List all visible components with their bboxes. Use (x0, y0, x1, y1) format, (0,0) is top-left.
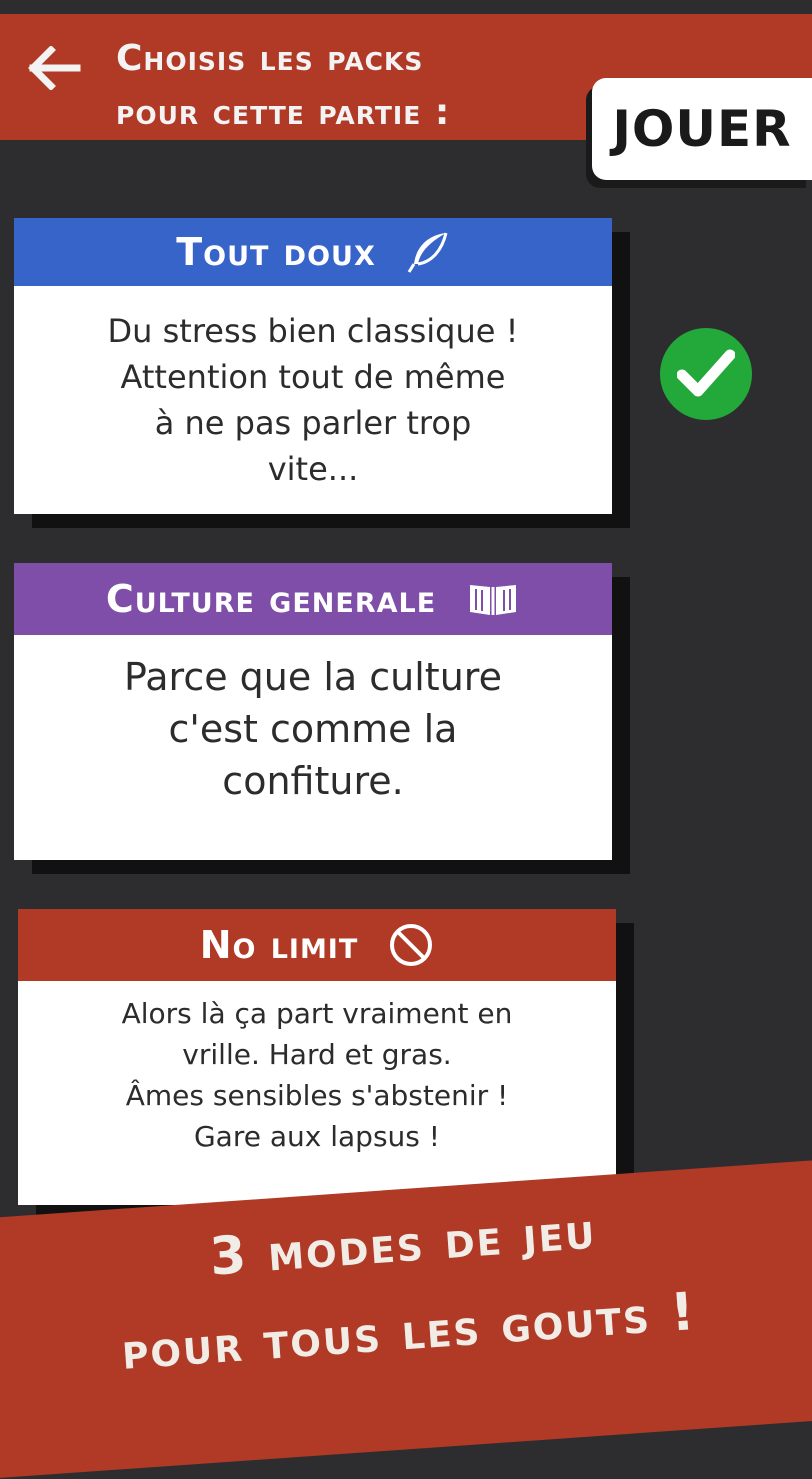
pack-card-tout-doux[interactable]: Tout doux Du stress bien classique ! Att… (14, 218, 612, 514)
pack-header: No limit (18, 909, 616, 981)
pack-description: Parce que la culture c'est comme la conf… (14, 635, 612, 825)
forbidden-icon (390, 924, 433, 966)
book-icon (470, 585, 517, 615)
play-button-label: JOUER (612, 100, 792, 158)
pack-title: No limit (199, 923, 359, 967)
pack-title: Tout doux (176, 230, 376, 274)
pack-header: Culture generale (14, 563, 612, 635)
play-button[interactable]: JOUER (592, 78, 812, 180)
page-title-line1: Choisis les packs (116, 38, 424, 79)
pack-header: Tout doux (14, 218, 612, 286)
pack-description-text: Du stress bien classique ! Attention tou… (107, 312, 519, 488)
page-title-line2: pour cette partie : (116, 92, 451, 133)
back-button[interactable] (22, 36, 86, 100)
pack-card-culture-generale[interactable]: Culture generale Parce que la culture c'… (14, 563, 612, 860)
pack-title: Culture generale (105, 577, 437, 621)
status-bar (0, 0, 812, 14)
arrow-left-icon (28, 46, 81, 90)
pack-description: Alors là ça part vraiment en vrille. Har… (18, 981, 616, 1181)
pack-description: Du stress bien classique ! Attention tou… (14, 286, 612, 514)
feather-icon (407, 232, 448, 273)
checkmark-icon (677, 349, 735, 397)
selected-check-badge[interactable] (660, 328, 752, 420)
pack-description-text: Alors là ça part vraiment en vrille. Har… (121, 997, 513, 1153)
page-title: Choisis les packs pour cette partie : (116, 32, 536, 140)
pack-card-no-limit[interactable]: No limit Alors là ça part vraiment en vr… (18, 909, 616, 1205)
pack-description-text: Parce que la culture c'est comme la conf… (124, 655, 502, 803)
